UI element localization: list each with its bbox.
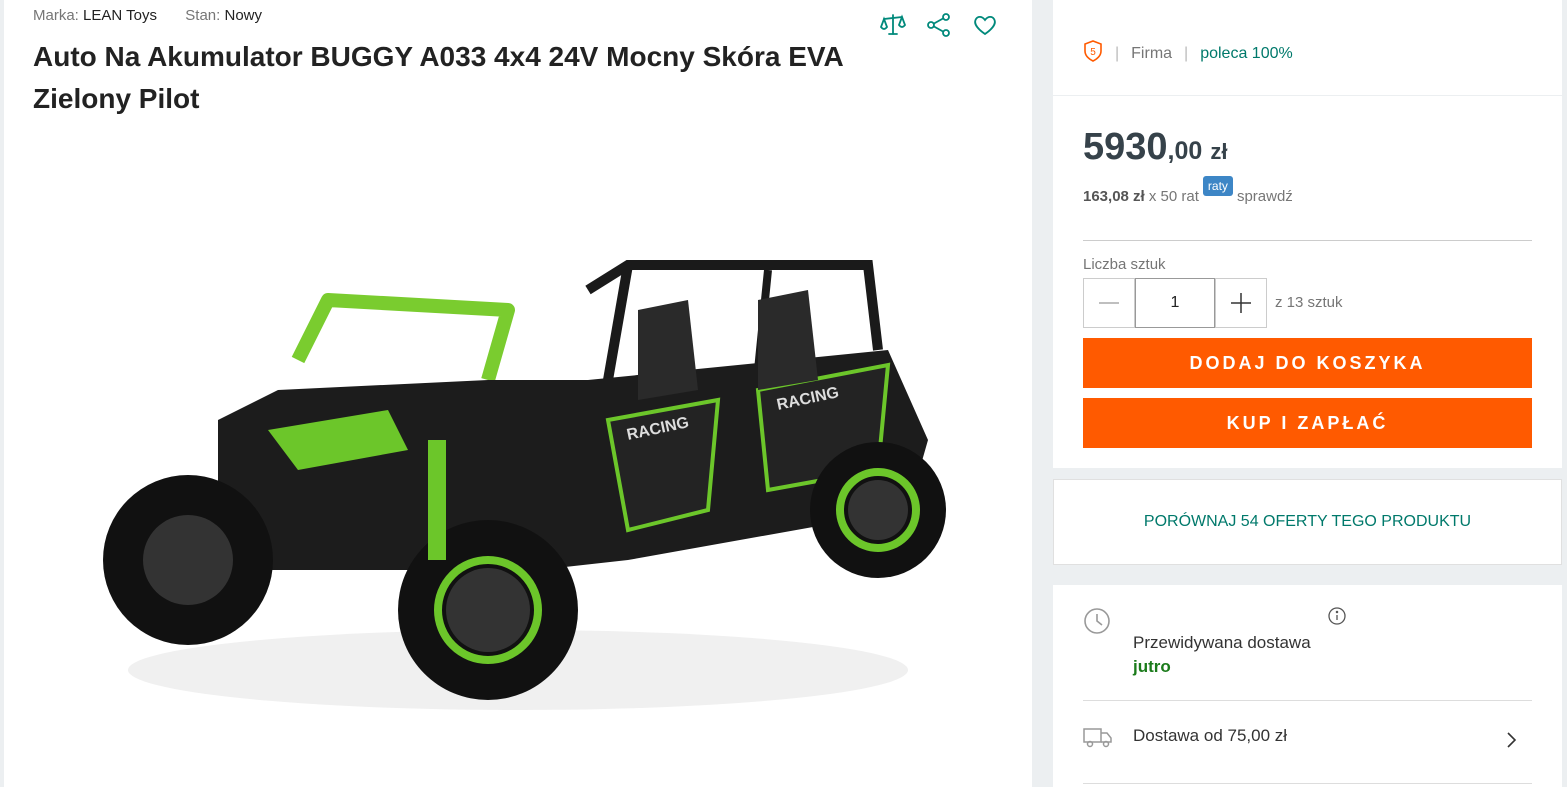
installment-check-link[interactable]: sprawdź <box>1237 188 1293 205</box>
info-icon[interactable] <box>1328 607 1346 625</box>
delivery-cost-row[interactable]: Dostawa od 75,00 zł <box>1083 702 1532 784</box>
truck-icon <box>1083 724 1113 750</box>
minus-icon <box>1099 302 1119 304</box>
installment-count: x 50 rat <box>1148 188 1199 205</box>
super-seller-icon: 5 <box>1083 40 1103 67</box>
price-integer: 5930 <box>1083 126 1168 168</box>
delivery-expected-label: Przewidywana dostawa <box>1133 633 1311 652</box>
scales-icon[interactable] <box>879 12 907 38</box>
price-currency: zł <box>1210 139 1228 164</box>
quantity-label: Liczba sztuk <box>1083 256 1166 273</box>
raty-badge: raty <box>1202 176 1233 196</box>
buy-now-button[interactable]: KUP I ZAPŁAĆ <box>1083 398 1532 448</box>
product-main-panel: Marka: LEAN Toys Stan: Nowy Auto Na Akum… <box>4 0 1032 787</box>
delivery-cost: Dostawa od 75,00 zł <box>1133 726 1288 745</box>
quantity-input[interactable]: 1 <box>1135 278 1215 328</box>
add-to-cart-button[interactable]: DODAJ DO KOSZYKA <box>1083 338 1532 388</box>
quantity-stepper: 1 <box>1083 278 1267 328</box>
compare-card: PORÓWNAJ 54 OFERTY TEGO PRODUKTU <box>1053 479 1562 565</box>
seller-info: 5 | Firma | poleca 100% <box>1083 40 1293 67</box>
share-icon[interactable] <box>926 12 952 38</box>
plus-icon <box>1231 293 1251 313</box>
product-meta: Marka: LEAN Toys Stan: Nowy <box>33 7 262 24</box>
delivery-card: Przewidywana dostawa jutro Dostawa od 75… <box>1053 585 1562 787</box>
product-title: Auto Na Akumulator BUGGY A033 4x4 24V Mo… <box>33 41 843 114</box>
price-card: 5930,00 zł 163,08 zł x 50 rat raty sprawd… <box>1053 96 1562 468</box>
seller-type: Firma <box>1131 44 1173 62</box>
divider <box>1083 240 1532 241</box>
installment-amount: 163,08 zł <box>1083 188 1145 205</box>
quantity-increase-button[interactable] <box>1215 278 1267 328</box>
brand-label: Marka: <box>33 7 79 24</box>
quantity-decrease-button[interactable] <box>1083 278 1135 328</box>
seller-card: 5 | Firma | poleca 100% <box>1053 0 1562 95</box>
heart-icon[interactable] <box>972 12 998 38</box>
condition-value: Nowy <box>224 7 263 24</box>
installments: 163,08 zł x 50 rat raty sprawdź <box>1083 176 1293 205</box>
chevron-right-icon <box>1503 730 1519 750</box>
condition-label: Stan: <box>185 7 221 24</box>
compare-offers-link[interactable]: PORÓWNAJ 54 OFERTY TEGO PRODUKTU <box>1054 513 1561 531</box>
clock-icon <box>1083 607 1111 635</box>
delivery-expected-when: jutro <box>1133 657 1171 676</box>
price: 5930,00 zł <box>1083 126 1227 169</box>
price-decimal: ,00 <box>1167 137 1203 165</box>
product-image[interactable]: RACING RACING <box>68 150 968 760</box>
quantity-available: z 13 sztuk <box>1275 294 1343 311</box>
svg-text:5: 5 <box>1090 47 1096 58</box>
product-actions <box>879 12 998 38</box>
seller-recommend[interactable]: poleca 100% <box>1200 45 1293 63</box>
brand-value[interactable]: LEAN Toys <box>83 7 157 24</box>
expected-delivery: Przewidywana dostawa jutro <box>1083 605 1532 701</box>
